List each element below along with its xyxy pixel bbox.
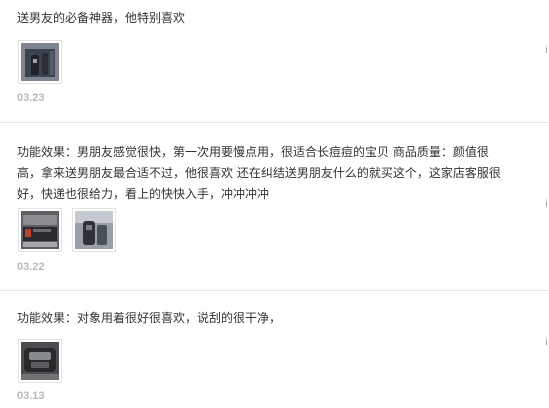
review-item: 功能效果：男朋友感觉很快，第一次用要慢点用，很适合长痘痘的宝贝 商品质量：颜值很… [0, 123, 549, 291]
review-date: 03.23 [17, 92, 45, 104]
product-photo-image [21, 211, 59, 249]
review-image-thumbnail[interactable] [18, 40, 62, 84]
review-item: 送男友的必备神器，他特别喜欢 03.23 i [0, 0, 549, 123]
side-marker: i [545, 199, 548, 210]
review-images [18, 339, 62, 383]
review-item: 功能效果：对象用着很好很喜欢，说刮的很干净， 03.13 i [0, 291, 549, 408]
side-marker: i [545, 337, 548, 348]
review-image-thumbnail[interactable] [72, 208, 116, 252]
product-photo-image [21, 43, 59, 81]
product-photo-image [21, 342, 59, 380]
review-image-thumbnail[interactable] [18, 339, 62, 383]
review-image-thumbnail[interactable] [18, 208, 62, 252]
review-images [18, 208, 116, 252]
side-marker: i [545, 45, 548, 56]
review-date: 03.13 [17, 390, 45, 402]
review-text: 送男友的必备神器，他特别喜欢 [17, 11, 186, 25]
review-text: 功能效果：男朋友感觉很快，第一次用要慢点用，很适合长痘痘的宝贝 商品质量：颜值很… [17, 145, 501, 201]
review-text: 功能效果：对象用着很好很喜欢，说刮的很干净， [17, 311, 282, 325]
review-images [18, 40, 62, 84]
review-date: 03.22 [17, 261, 45, 273]
product-photo-image [75, 211, 113, 249]
